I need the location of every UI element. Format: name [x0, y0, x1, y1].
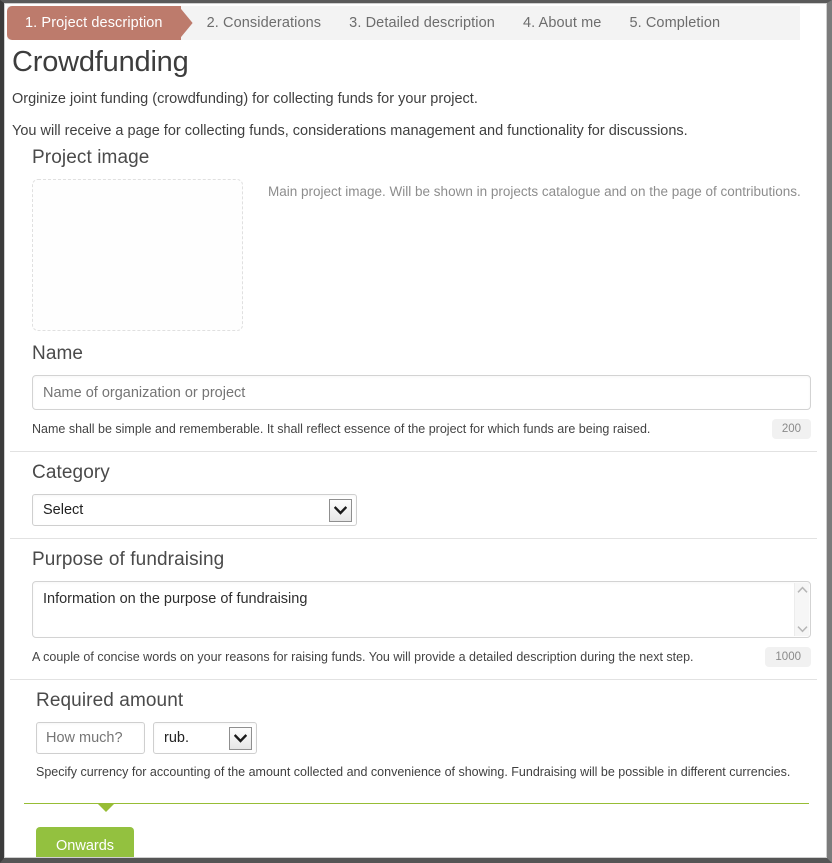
tab-label: 4. About me	[522, 15, 602, 31]
page-title: Crowdfunding	[12, 46, 189, 78]
name-helper-row: Name shall be simple and rememberable. I…	[32, 419, 811, 439]
tab-considerations[interactable]: 2. Considerations	[193, 6, 336, 40]
intro-line-1: Orginize joint funding (crowdfunding) fo…	[12, 91, 478, 107]
tab-label: 3. Detailed description	[349, 15, 495, 31]
section-category: Category Select	[10, 451, 817, 538]
onwards-button[interactable]: Onwards	[36, 827, 135, 858]
section-title-project-image: Project image	[32, 147, 150, 168]
tab-completion[interactable]: 5. Completion	[615, 6, 734, 40]
section-name: Name Name shall be simple and rememberab…	[10, 343, 817, 451]
page-footer: Onwards	[4, 803, 827, 858]
currency-select-value: rub.	[164, 730, 189, 746]
tab-label: 5. Completion	[629, 15, 721, 31]
name-helper-text: Name shall be simple and rememberable. I…	[32, 422, 651, 436]
chevron-up-icon[interactable]	[796, 586, 808, 594]
project-image-dropzone[interactable]	[32, 179, 243, 331]
section-required-amount: Required amount rub. Specify currency fo…	[10, 679, 817, 791]
step-divider	[24, 803, 809, 812]
tab-detailed-description[interactable]: 3. Detailed description	[335, 6, 509, 40]
name-input[interactable]	[32, 375, 811, 410]
purpose-helper-text: A couple of concise words on your reason…	[32, 650, 694, 664]
browser-frame: 1. Project description 2. Considerations…	[0, 0, 832, 863]
chevron-down-icon[interactable]	[796, 625, 808, 633]
purpose-textarea[interactable]: Information on the purpose of fundraisin…	[32, 581, 811, 638]
amount-input[interactable]	[36, 722, 145, 754]
purpose-helper-row: A couple of concise words on your reason…	[32, 647, 811, 667]
purpose-char-counter: 1000	[765, 647, 811, 667]
purpose-textarea-scrollbar[interactable]	[794, 583, 809, 636]
wizard-tabbar: 1. Project description 2. Considerations…	[7, 6, 800, 40]
chevron-down-icon[interactable]	[229, 726, 252, 750]
project-image-row: Main project image. Will be shown in pro…	[32, 179, 817, 331]
section-project-image: Project image Main project image. Will b…	[10, 139, 817, 343]
section-title-category: Category	[32, 462, 110, 483]
section-title-required-amount: Required amount	[36, 690, 184, 711]
intro-line-2: You will receive a page for collecting f…	[12, 123, 688, 139]
category-select-value: Select	[43, 502, 84, 518]
name-char-counter: 200	[771, 419, 811, 439]
tab-about-me[interactable]: 4. About me	[509, 6, 616, 40]
section-title-name: Name	[32, 343, 84, 364]
tab-label: 2. Considerations	[206, 15, 322, 31]
category-select[interactable]: Select	[32, 494, 357, 526]
section-title-purpose: Purpose of fundraising	[32, 549, 225, 570]
project-image-hint: Main project image. Will be shown in pro…	[268, 184, 801, 199]
amount-row: rub.	[36, 722, 817, 754]
page-content: Crowdfunding Orginize joint funding (cro…	[4, 46, 827, 791]
page-root: 1. Project description 2. Considerations…	[4, 3, 827, 858]
section-purpose: Purpose of fundraising Information on th…	[10, 538, 817, 679]
amount-helper-text: Specify currency for accounting of the a…	[36, 765, 791, 779]
currency-select[interactable]: rub.	[153, 722, 257, 754]
chevron-down-icon[interactable]	[329, 498, 352, 522]
purpose-textarea-placeholder: Information on the purpose of fundraisin…	[43, 591, 308, 607]
tab-label: 1. Project description	[25, 15, 163, 31]
tab-project-description[interactable]: 1. Project description	[7, 6, 181, 40]
